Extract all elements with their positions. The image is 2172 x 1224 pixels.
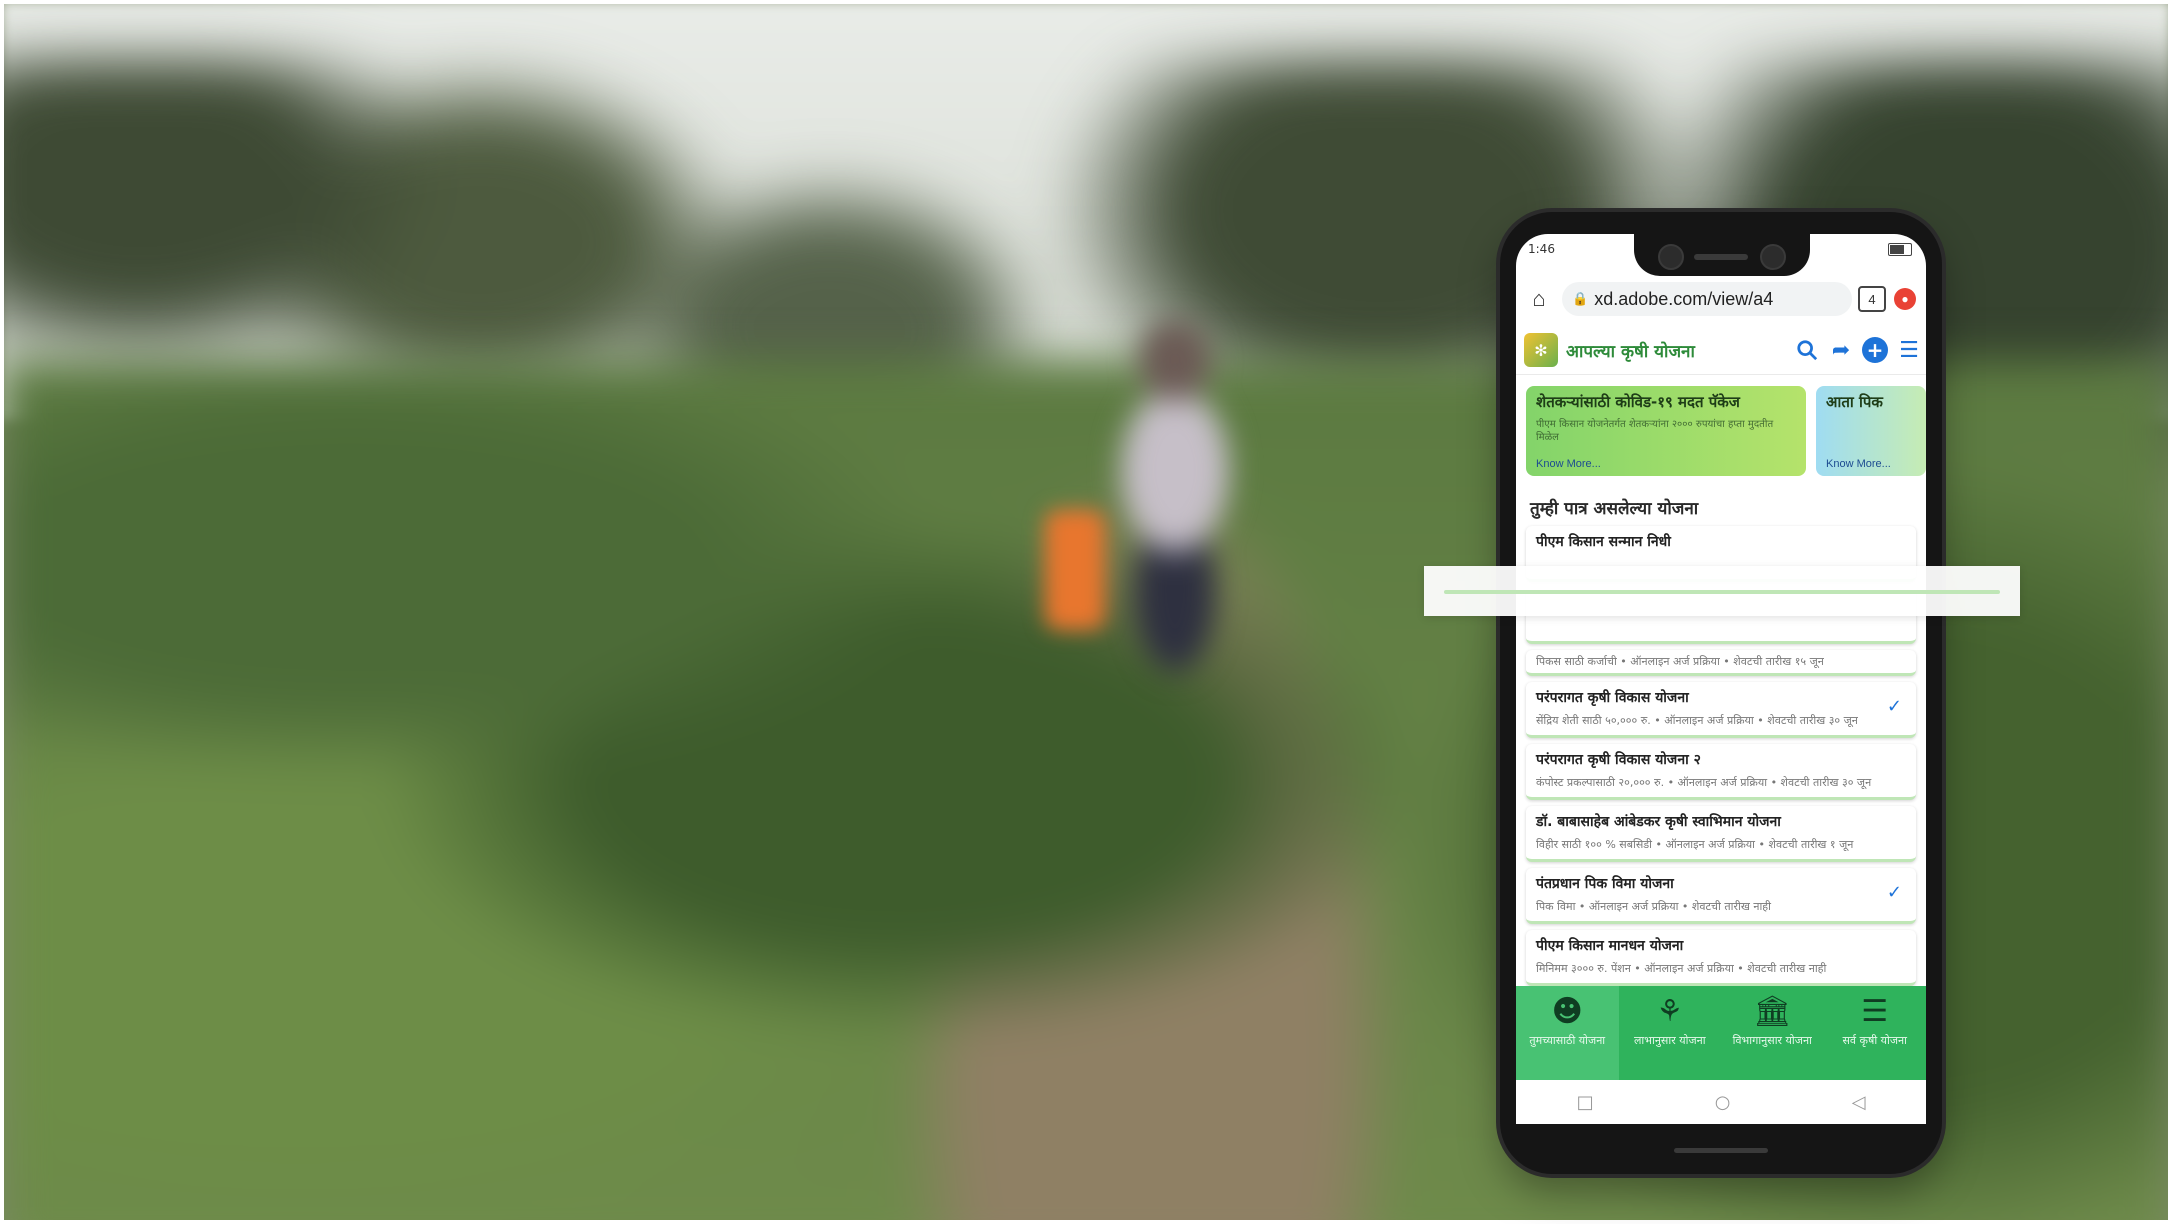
list-icon: ☰	[1861, 994, 1889, 1029]
app-logo: ✻	[1524, 333, 1558, 367]
know-more-link[interactable]: Know More...	[1536, 458, 1601, 470]
scheme-title: पीएम किसान सन्मान निधी	[1536, 534, 1671, 550]
scheme-title: पीएम किसान मानधन योजना	[1536, 938, 1684, 954]
status-time: 1:46	[1528, 242, 1555, 256]
battery-icon	[1888, 243, 1912, 256]
scheme-title: परंपरागत कृषी विकास योजना	[1536, 690, 1689, 706]
scheme-details: कंपोस्ट प्रकल्पासाठी २०,००० रु. • ऑनलाइन…	[1536, 776, 1872, 789]
back-icon[interactable]: ◁	[1852, 1092, 1866, 1113]
scheme-details: पिकस साठी कर्जाची • ऑनलाइन अर्ज प्रक्रिय…	[1536, 655, 1824, 668]
scheme-card[interactable]: पंतप्रधान पिक विमा योजना पिक विमा • ऑनला…	[1526, 868, 1916, 924]
app-header: ✻ आपल्या कृषी योजना ➦ + ☰	[1516, 326, 1926, 375]
lock-icon: 🔒	[1572, 291, 1589, 306]
home-icon[interactable]: ⌂	[1522, 282, 1556, 316]
check-icon: ✓	[1886, 696, 1902, 717]
front-camera-icon	[1760, 244, 1786, 270]
know-more-link[interactable]: Know More...	[1826, 458, 1891, 470]
browser-toolbar: ⌂ 🔒 xd.adobe.com/view/a4 4 ●	[1516, 276, 1926, 322]
record-icon[interactable]: ●	[1894, 288, 1916, 310]
section-title: तुम्ही पात्र असलेल्या योजना	[1530, 499, 1699, 519]
nav-by-benefit[interactable]: ⚘ लाभानुसार योजना	[1619, 986, 1722, 1080]
swipe-overlay-card	[1424, 566, 2020, 616]
nav-label: सर्व कृषी योजना	[1842, 1034, 1908, 1047]
banner-carousel[interactable]: शेतकऱ्यांसाठी कोविड-१९ मदत पॅकेज पीएम कि…	[1526, 386, 1926, 478]
scheme-title: पंतप्रधान पिक विमा योजना	[1536, 876, 1674, 892]
benefit-icon: ⚘	[1656, 994, 1684, 1029]
nav-label: लाभानुसार योजना	[1633, 1034, 1706, 1047]
nav-label: विभागानुसार योजना	[1732, 1034, 1812, 1047]
scheme-details: पिक विमा • ऑनलाइन अर्ज प्रक्रिया • शेवटच…	[1536, 900, 1771, 913]
scheme-card[interactable]: पिकस साठी कर्जाची • ऑनलाइन अर्ज प्रक्रिय…	[1526, 650, 1916, 676]
address-bar[interactable]: 🔒 xd.adobe.com/view/a4	[1562, 282, 1852, 316]
department-icon: 🏛	[1753, 994, 1792, 1029]
overlay-underline	[1444, 590, 2000, 594]
recents-icon[interactable]: □	[1577, 1092, 1594, 1113]
home-indicator	[1674, 1148, 1768, 1153]
nav-label: तुमच्यासाठी योजना	[1529, 1034, 1606, 1047]
scheme-card[interactable]: डॉ. बाबासाहेब आंबेडकर कृषी स्वाभिमान योज…	[1526, 806, 1916, 862]
banner-title: आता पिक	[1826, 393, 1883, 411]
share-icon[interactable]: ➦	[1824, 333, 1858, 367]
scheme-title: डॉ. बाबासाहेब आंबेडकर कृषी स्वाभिमान योज…	[1536, 814, 1781, 830]
banner-description: पीएम किसान योजनेतर्गत शेतकऱ्यांना २००० र…	[1536, 419, 1774, 443]
scheme-card[interactable]: परंपरागत कृषी विकास योजना सेंद्रिय शेती …	[1526, 682, 1916, 738]
android-nav-bar: □ ○ ◁	[1516, 1080, 1926, 1124]
nav-for-you[interactable]: ☻ तुमच्यासाठी योजना	[1516, 986, 1619, 1080]
banner-card[interactable]: शेतकऱ्यांसाठी कोविड-१९ मदत पॅकेज पीएम कि…	[1526, 386, 1806, 476]
home-circle-icon[interactable]: ○	[1715, 1092, 1731, 1113]
person-icon: ☻	[1551, 994, 1583, 1029]
nav-by-department[interactable]: 🏛 विभागानुसार योजना	[1721, 986, 1824, 1080]
scheme-details: विहीर साठी १०० % सबसिडी • ऑनलाइन अर्ज प्…	[1536, 838, 1854, 851]
nav-all-schemes[interactable]: ☰ सर्व कृषी योजना	[1824, 986, 1927, 1080]
scheme-card[interactable]: परंपरागत कृषी विकास योजना २ कंपोस्ट प्रक…	[1526, 744, 1916, 800]
search-icon[interactable]	[1790, 333, 1824, 367]
speaker-grille	[1694, 254, 1748, 260]
menu-icon[interactable]: ☰	[1892, 333, 1926, 367]
banner-title: शेतकऱ्यांसाठी कोविड-१९ मदत पॅकेज	[1536, 393, 1740, 411]
camera-notch	[1634, 234, 1810, 276]
check-icon: ✓	[1886, 882, 1902, 903]
scheme-card[interactable]: पीएम किसान मानधन योजना मिनिमम ३००० रु. प…	[1526, 930, 1916, 986]
add-icon[interactable]: +	[1862, 337, 1888, 363]
scheme-title: परंपरागत कृषी विकास योजना २	[1536, 752, 1701, 768]
phone-screen: 1:46 ⌂ 🔒 xd.adobe.com/view/a4 4 ● ✻ आपल्…	[1516, 234, 1926, 1124]
url-text: xd.adobe.com/view/a4	[1594, 288, 1774, 309]
phone-mockup: 1:46 ⌂ 🔒 xd.adobe.com/view/a4 4 ● ✻ आपल्…	[1500, 212, 1942, 1174]
front-camera-icon	[1658, 244, 1684, 270]
bottom-navigation: ☻ तुमच्यासाठी योजना ⚘ लाभानुसार योजना 🏛 …	[1516, 986, 1926, 1080]
app-title: आपल्या कृषी योजना	[1566, 341, 1695, 362]
scheme-details: मिनिमम ३००० रु. पेंशन • ऑनलाइन अर्ज प्रक…	[1536, 962, 1827, 975]
banner-card[interactable]: आता पिक Know More...	[1816, 386, 1926, 476]
tab-switcher-button[interactable]: 4	[1858, 286, 1886, 312]
scheme-details: सेंद्रिय शेती साठी ५०,००० रु. • ऑनलाइन अ…	[1536, 714, 1858, 727]
